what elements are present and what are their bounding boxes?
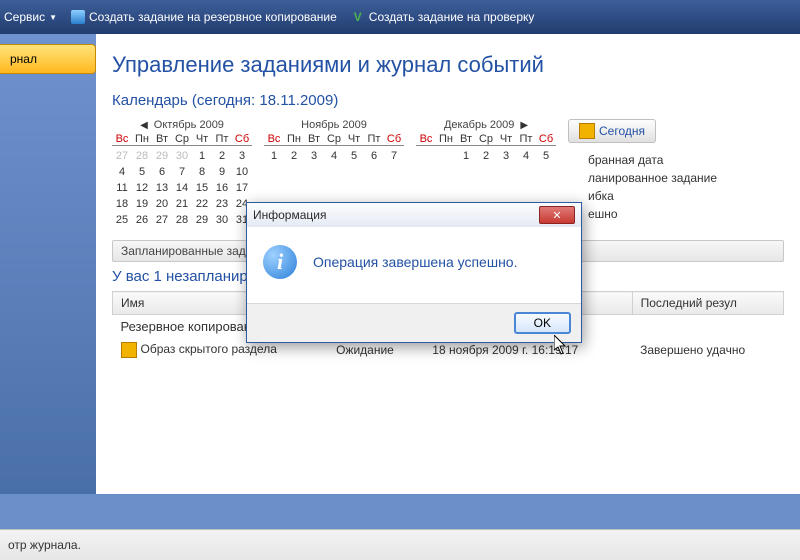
sidebar-tab-journal[interactable]: рнал (0, 44, 96, 74)
calendar-dec: Декабрь 2009 ▶ ВсПнВтСрЧтПтСб 12345 (416, 119, 556, 164)
statusbar: отр журнала. (0, 529, 800, 560)
today-button[interactable]: Сегодня (568, 119, 656, 143)
calendar-icon (579, 123, 595, 139)
sidebar: рнал (0, 34, 96, 494)
task-name: Образ скрытого раздела (141, 342, 277, 356)
close-icon: ✕ (552, 209, 561, 222)
chevron-down-icon: ▼ (49, 13, 57, 22)
legend-item: ланированное задание (568, 171, 718, 185)
statusbar-text: отр журнала. (8, 538, 81, 552)
dialog-title: Информация (253, 208, 326, 222)
calendar-side: Сегодня бранная дата ланированное задани… (568, 119, 718, 225)
today-button-label: Сегодня (599, 124, 645, 138)
page-title: Управление заданиями и журнал событий (112, 52, 784, 78)
btn-create-check[interactable]: V Создать задание на проверку (351, 10, 535, 24)
btn-create-backup-label: Создать задание на резервное копирование (89, 10, 337, 24)
legend-item: ибка (568, 189, 718, 203)
calendar-oct: ◀ Октябрь 2009 ВсПнВтСрЧтПтСб 2728293012… (112, 119, 252, 228)
info-dialog: Информация ✕ i Операция завершена успешн… (246, 202, 582, 343)
toolbar: Сервис ▼ Создать задание на резервное ко… (0, 0, 800, 35)
dialog-titlebar[interactable]: Информация ✕ (247, 203, 581, 227)
menu-service-label: Сервис (4, 10, 45, 24)
month-label-oct: Октябрь 2009 (154, 119, 224, 131)
legend: бранная дата ланированное задание ибка е… (568, 153, 718, 221)
dialog-message: Операция завершена успешно. (313, 254, 517, 270)
task-result: Завершено удачно (632, 338, 783, 362)
legend-item: ешно (568, 207, 718, 221)
month-label-dec: Декабрь 2009 (444, 119, 514, 131)
task-icon (121, 342, 137, 358)
close-button[interactable]: ✕ (539, 206, 575, 224)
btn-create-backup[interactable]: Создать задание на резервное копирование (71, 10, 337, 24)
info-icon: i (263, 245, 297, 279)
prev-month-icon[interactable]: ◀ (140, 120, 148, 131)
col-result[interactable]: Последний резул (632, 292, 783, 315)
btn-create-check-label: Создать задание на проверку (369, 10, 535, 24)
next-month-icon[interactable]: ▶ (520, 120, 528, 131)
calendar-nov: Ноябрь 2009 ВсПнВтСрЧтПтСб 1234567 (264, 119, 404, 164)
legend-item: бранная дата (568, 153, 718, 167)
weekday-row: ВсПнВтСрЧтПтСб (112, 133, 252, 146)
check-icon: V (351, 10, 365, 24)
month-label-nov: Ноябрь 2009 (301, 119, 367, 131)
calendar-heading: Календарь (сегодня: 18.11.2009) (112, 92, 784, 109)
upload-icon (71, 10, 85, 24)
sidebar-tab-journal-label: рнал (10, 52, 37, 66)
ok-button[interactable]: OK (514, 312, 571, 334)
menu-service[interactable]: Сервис ▼ (4, 10, 57, 24)
